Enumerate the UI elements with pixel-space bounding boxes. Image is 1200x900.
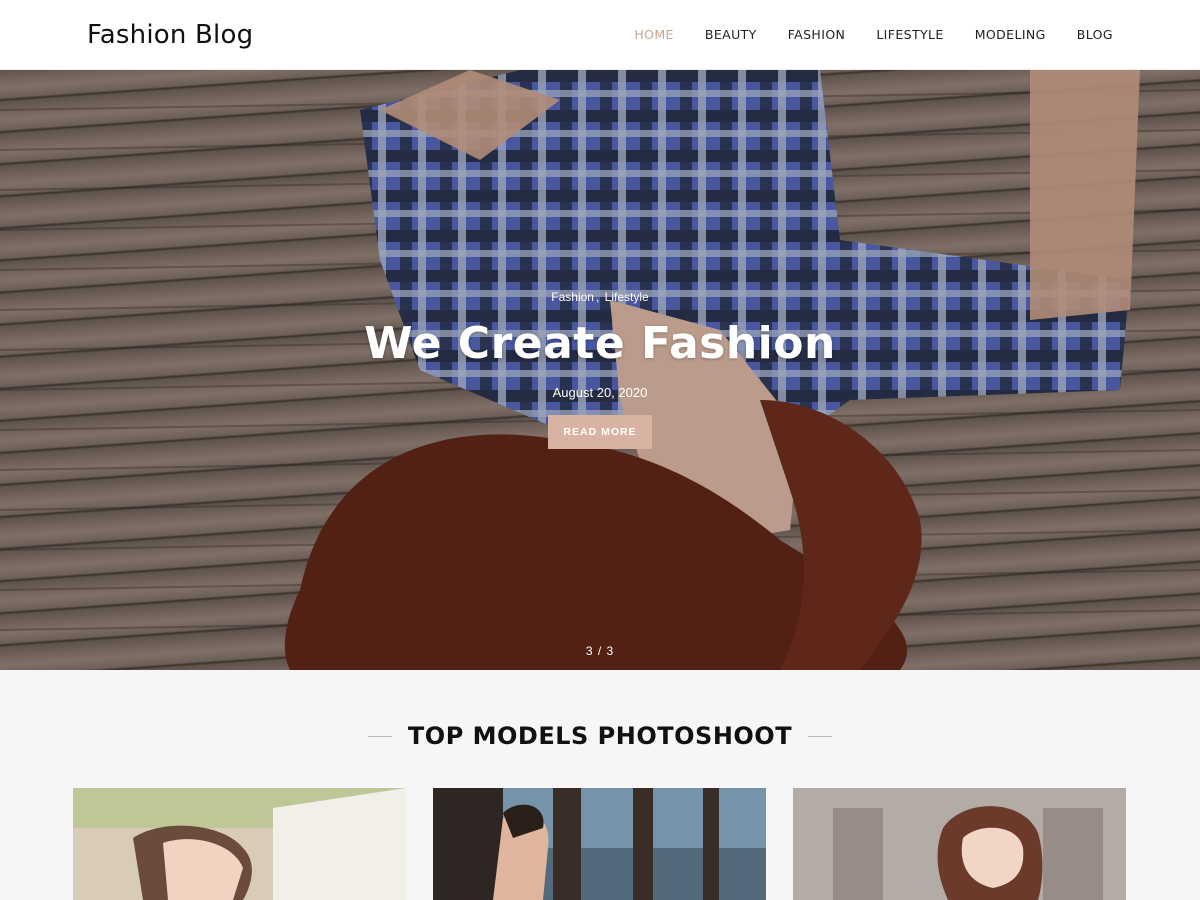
photoshoot-image bbox=[433, 788, 766, 900]
site-header: Fashion Blog HOME BEAUTY FASHION LIFESTY… bbox=[0, 0, 1200, 70]
photoshoot-card[interactable] bbox=[73, 788, 406, 900]
read-more-button[interactable]: READ MORE bbox=[548, 415, 652, 449]
section-divider-left bbox=[367, 735, 392, 737]
section-header: TOP MODELS PHOTOSHOOT bbox=[0, 722, 1200, 750]
nav-home[interactable]: HOME bbox=[634, 27, 674, 42]
section-title: TOP MODELS PHOTOSHOOT bbox=[407, 722, 793, 750]
nav-modeling[interactable]: MODELING bbox=[975, 27, 1046, 42]
slide-counter: 3 / 3 bbox=[585, 644, 615, 658]
photoshoot-image bbox=[73, 788, 406, 900]
hero-content: Fashion, Lifestyle We Create Fashion Aug… bbox=[0, 290, 1200, 449]
post-categories: Fashion, Lifestyle bbox=[0, 290, 1200, 304]
category-link-fashion[interactable]: Fashion bbox=[551, 290, 594, 304]
hero-title[interactable]: We Create Fashion bbox=[0, 318, 1200, 369]
category-separator: , bbox=[595, 290, 600, 304]
nav-blog[interactable]: BLOG bbox=[1077, 27, 1113, 42]
photoshoot-card[interactable] bbox=[433, 788, 766, 900]
nav-fashion[interactable]: FASHION bbox=[788, 27, 846, 42]
main-nav: HOME BEAUTY FASHION LIFESTYLE MODELING B… bbox=[634, 27, 1113, 42]
post-date: August 20, 2020 bbox=[552, 385, 648, 400]
hero-slider[interactable]: Fashion, Lifestyle We Create Fashion Aug… bbox=[0, 70, 1200, 670]
nav-lifestyle[interactable]: LIFESTYLE bbox=[876, 27, 943, 42]
photoshoot-image bbox=[793, 788, 1126, 900]
nav-beauty[interactable]: BEAUTY bbox=[705, 27, 757, 42]
photoshoot-cards bbox=[73, 788, 1127, 900]
photoshoot-card[interactable] bbox=[793, 788, 1126, 900]
category-link-lifestyle[interactable]: Lifestyle bbox=[605, 290, 649, 304]
site-logo[interactable]: Fashion Blog bbox=[87, 20, 253, 50]
section-divider-right bbox=[808, 735, 833, 737]
